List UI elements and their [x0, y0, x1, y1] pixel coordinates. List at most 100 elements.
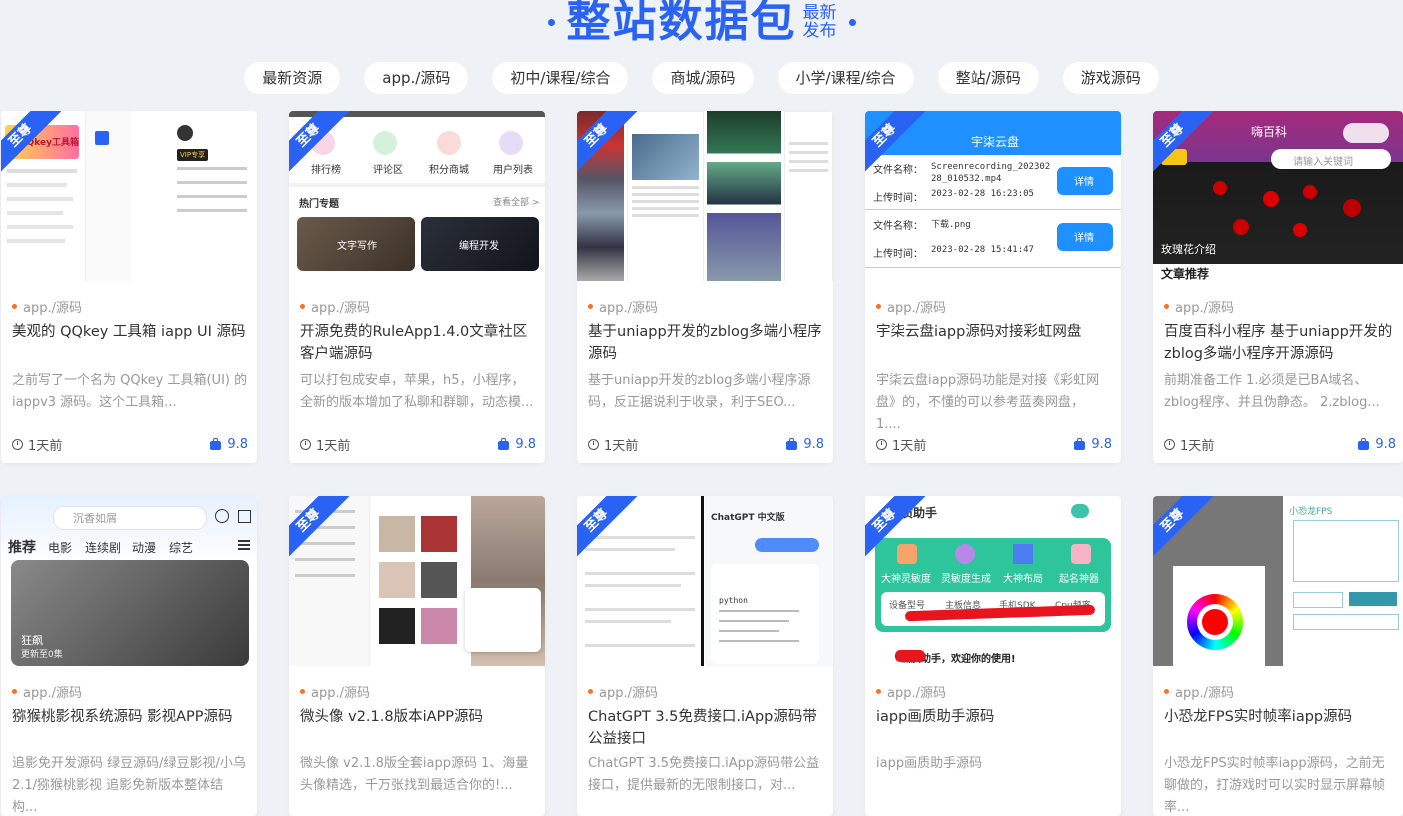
card-title[interactable]: 宇柒云盘iapp源码对接彩虹网盘 [876, 321, 1112, 343]
mock-field-label: 上传时间： [873, 193, 923, 204]
tab-latest[interactable]: 最新资源 [244, 62, 341, 94]
card-title[interactable]: iapp画质助手源码 [876, 706, 1112, 728]
clock-icon [588, 439, 599, 450]
mock-icon-label: 积分商城 [429, 165, 469, 176]
card-title[interactable]: 微头像 v2.1.8版本iAPP源码 [300, 706, 536, 728]
card-thumbnail[interactable]: ChatGPT 中文版 python 至尊 [577, 496, 833, 666]
mock-field-value: 下载.png [931, 220, 971, 230]
card-category[interactable]: app./源码 [300, 297, 370, 316]
card-category[interactable]: app./源码 [300, 682, 370, 701]
card-thumbnail[interactable]: 至尊 [577, 111, 833, 281]
card-description: 可以打包成安卓，苹果，h5，小程序，全新的版本增加了私聊和群聊，动态模... [300, 373, 534, 410]
card-title[interactable]: 小恐龙FPS实时帧率iapp源码 [1164, 706, 1396, 728]
card-thumbnail[interactable]: 宇柒云盘 文件名称： Screenrecording_20230228_0105… [865, 111, 1121, 281]
card-title[interactable]: ChatGPT 3.5免费接口.iApp源码带公益接口 [588, 706, 824, 750]
card-thumbnail[interactable]: 画质助手 大神灵敏度 灵敏度生成 大神布局 起名神器 设备型号 主板信息 手机S… [865, 496, 1121, 666]
card-footer: 1天前 9.8 [12, 435, 248, 454]
resource-card[interactable]: 小恐龙FPS 至尊 app./源码 小恐龙FPS实时帧率iapp源码 小恐龙FP… [1153, 496, 1403, 816]
card-thumbnail[interactable]: 排行榜 评论区 积分商城 用户列表 热门专题 查看全部 > 文字写作 编程开发 … [289, 111, 545, 281]
card-title[interactable]: 百度百科小程序 基于uniapp开发的zblog多端小程序开源源码 [1164, 321, 1396, 365]
title-dot-left [547, 18, 555, 26]
card-time: 1天前 [1180, 439, 1215, 454]
mock-image-caption: 玫瑰花介绍 [1161, 243, 1216, 256]
resource-card[interactable]: 嗨百科 请输入关键词 玫瑰花介绍 文章推荐 至尊 app./源码 百度百科小程序… [1153, 111, 1403, 463]
card-thumbnail[interactable]: 嗨百科 请输入关键词 玫瑰花介绍 文章推荐 至尊 [1153, 111, 1403, 281]
card-footer: 1天前 9.8 [300, 435, 536, 454]
mock-app-title: 嗨百科 [1251, 125, 1288, 139]
category-label: app./源码 [599, 686, 658, 701]
tab-app-source[interactable]: app./源码 [364, 62, 469, 94]
mock-field-label: 文件名称： [873, 165, 923, 176]
mock-search-placeholder: 请输入关键词 [1293, 157, 1353, 168]
card-description: iapp画质助手源码 [876, 756, 983, 771]
tab-site-source[interactable]: 整站/源码 [937, 62, 1039, 94]
mock-chat-header: ChatGPT 中文版 [711, 513, 785, 523]
card-category[interactable]: app./源码 [1164, 297, 1234, 316]
tab-game-source[interactable]: 游戏源码 [1062, 62, 1159, 94]
card-category[interactable]: app./源码 [12, 682, 82, 701]
mock-icon-label: 评论区 [373, 165, 403, 176]
card-title[interactable]: 开源免费的RuleApp1.4.0文章社区客户端源码 [300, 321, 536, 365]
resource-card[interactable]: 排行榜 评论区 积分商城 用户列表 热门专题 查看全部 > 文字写作 编程开发 … [289, 111, 545, 463]
mock-code-text: python [719, 596, 748, 605]
resource-card[interactable]: QQkey工具箱 VIP专享 至尊 app./源码 美观的 QQkey 工具箱 … [1, 111, 257, 463]
mock-tab: 电影 [48, 541, 73, 555]
bag-icon [1074, 438, 1086, 450]
mock-app-title: 宇柒云盘 [971, 135, 1020, 149]
clock-icon [12, 439, 23, 450]
card-category[interactable]: app./源码 [876, 682, 946, 701]
card-description: 前期准备工作 1.必须是已BA域名、zblog程序、并且伪静态。 2.zblog… [1164, 373, 1380, 410]
mock-detail-button: 详情 [1074, 177, 1094, 188]
tab-primary-school[interactable]: 小学/课程/综合 [777, 62, 914, 94]
resource-card[interactable]: 沉香如屑 推荐 电影 连续剧 动漫 综艺 狂飙 更新至0集 app./源码 猕猴… [1, 496, 257, 816]
section-title: 整站数据包 [566, 0, 797, 47]
category-tabs: 最新资源 app./源码 初中/课程/综合 商城/源码 小学/课程/综合 整站/… [0, 62, 1403, 94]
mock-info-tab: 设备型号 [889, 601, 926, 611]
mock-feature-label: 大神灵敏度 [881, 574, 931, 585]
mock-tile-label: 编程开发 [459, 241, 499, 252]
card-description: 宇柒云盘iapp源码功能是对接《彩虹网盘》的，不懂的可以参考蓝奏网盘， 1...… [876, 373, 1100, 432]
mock-field-label: 文件名称： [873, 221, 923, 232]
card-category[interactable]: app./源码 [588, 297, 658, 316]
card-time: 1天前 [604, 439, 639, 454]
card-time: 1天前 [316, 439, 351, 454]
card-thumbnail[interactable]: 至尊 [289, 496, 545, 666]
mock-icon-label: 用户列表 [493, 165, 533, 176]
section-subtitle: 最新 发布 [803, 4, 837, 40]
subtitle-line-1: 最新 [802, 3, 837, 23]
resource-card[interactable]: 至尊 app./源码 微头像 v2.1.8版本iAPP源码 微头像 v2.1.8… [289, 496, 545, 816]
card-footer: 1天前 9.8 [876, 435, 1112, 454]
card-description: 之前写了一个名为 QQkey 工具箱(UI) 的 iappv3 源码。这个工具箱… [12, 373, 248, 410]
category-label: app./源码 [311, 686, 370, 701]
card-title[interactable]: 基于uniapp开发的zblog多端小程序源码 [588, 321, 824, 365]
bag-icon [210, 438, 222, 450]
category-label: app./源码 [887, 301, 946, 316]
resource-card[interactable]: 画质助手 大神灵敏度 灵敏度生成 大神布局 起名神器 设备型号 主板信息 手机S… [865, 496, 1121, 816]
mock-tile-label: 文字写作 [337, 241, 377, 252]
card-category[interactable]: app./源码 [588, 682, 658, 701]
clock-icon [300, 439, 311, 450]
card-description: ChatGPT 3.5免费接口.iApp源码带公益接口，提供最新的无限制接口，对… [588, 756, 820, 793]
category-label: app./源码 [599, 301, 658, 316]
card-title[interactable]: 美观的 QQkey 工具箱 iapp UI 源码 [12, 321, 248, 343]
header: 整站数据包 最新 发布 [0, 0, 1403, 55]
mock-section-title: 文章推荐 [1161, 267, 1210, 281]
subtitle-line-2: 发布 [802, 21, 837, 41]
card-title[interactable]: 猕猴桃影视系统源码 影视APP源码 [12, 706, 248, 728]
title-dot-right [848, 18, 856, 26]
resource-card[interactable]: 至尊 app./源码 基于uniapp开发的zblog多端小程序源码 基于uni… [577, 111, 833, 463]
resource-card[interactable]: ChatGPT 中文版 python 至尊 app./源码 ChatGPT 3.… [577, 496, 833, 816]
category-label: app./源码 [23, 686, 82, 701]
card-score: 9.8 [1375, 437, 1396, 452]
card-category[interactable]: app./源码 [876, 297, 946, 316]
card-category[interactable]: app./源码 [12, 297, 82, 316]
card-thumbnail[interactable]: 小恐龙FPS 至尊 [1153, 496, 1403, 666]
tab-mall-source[interactable]: 商城/源码 [652, 62, 754, 94]
category-label: app./源码 [887, 686, 946, 701]
card-thumbnail[interactable]: 沉香如屑 推荐 电影 连续剧 动漫 综艺 狂飙 更新至0集 [1, 496, 257, 666]
card-thumbnail[interactable]: QQkey工具箱 VIP专享 至尊 [1, 111, 257, 281]
resource-card[interactable]: 宇柒云盘 文件名称： Screenrecording_20230228_0105… [865, 111, 1121, 463]
tab-middle-school[interactable]: 初中/课程/综合 [492, 62, 629, 94]
mock-detail-button: 详情 [1074, 233, 1094, 244]
card-category[interactable]: app./源码 [1164, 682, 1234, 701]
